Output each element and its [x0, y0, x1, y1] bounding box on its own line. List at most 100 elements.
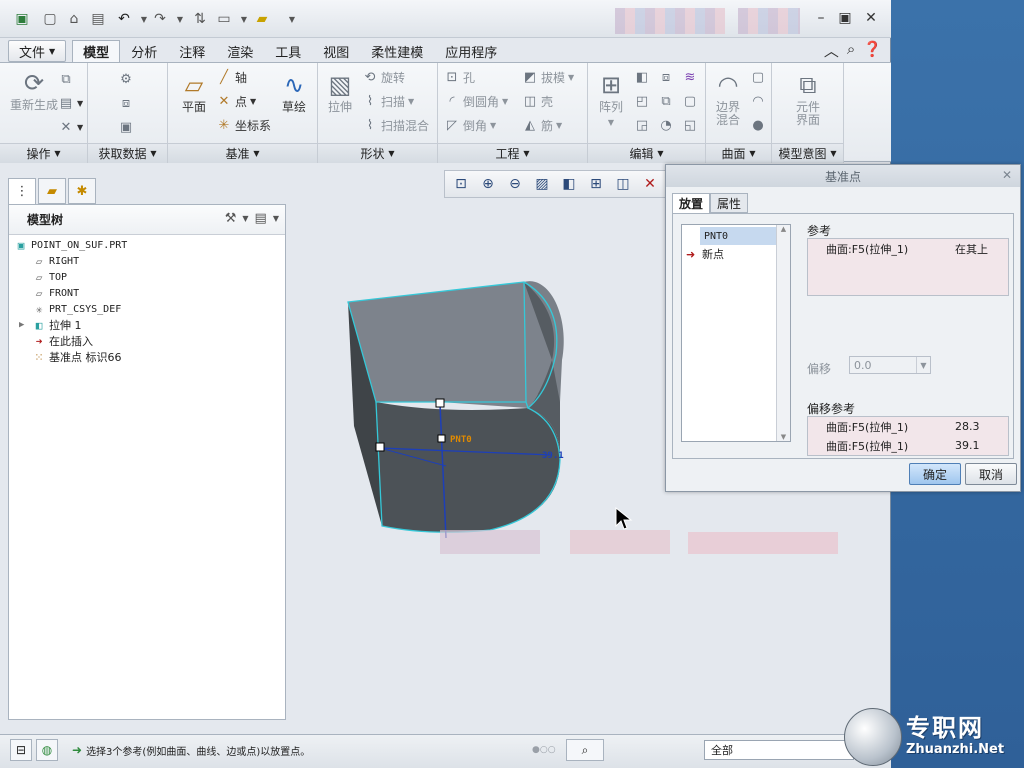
intersect-button[interactable]: ⧉ [658, 93, 674, 109]
tree-item-datum-point[interactable]: ⁙ 基准点 标识66 [9, 349, 285, 365]
cancel-button[interactable]: 取消 [965, 463, 1017, 485]
user-defined-feature-button[interactable]: ⚙ [118, 71, 134, 87]
zoom-in-icon[interactable]: ⊕ [476, 173, 500, 195]
chevron-down-icon[interactable]: ▼ [273, 211, 279, 226]
freestyle-button[interactable]: ● [750, 117, 766, 133]
navigator-toggle-icon[interactable]: ⊟ [10, 739, 32, 761]
regenerate-button[interactable]: ⟳ 重新生成 [10, 69, 58, 112]
ok-button[interactable]: 确定 [909, 463, 961, 485]
regenerate-quick-icon[interactable]: ⇅ [190, 8, 210, 30]
repaint-icon[interactable]: ▨ [530, 173, 554, 195]
favorites-tab[interactable]: ✱ [68, 178, 96, 204]
offset-reference-value[interactable]: 28.3 [955, 420, 980, 433]
shell-button[interactable]: ◫ 壳 [522, 93, 553, 110]
group-label-model-intent[interactable]: 模型意图 ▼ [772, 143, 843, 163]
group-label-engineering[interactable]: 工程 ▼ [438, 143, 587, 163]
help-icon[interactable]: ❓ [863, 40, 882, 61]
dimension-value-label[interactable]: 39.1 [542, 451, 564, 461]
maximize-icon[interactable]: ▣ [834, 8, 856, 28]
refit-icon[interactable]: ⊡ [449, 173, 473, 195]
offset-button[interactable]: ◲ [634, 117, 650, 133]
datum-point-marker[interactable] [437, 434, 446, 443]
thicken-button[interactable]: ◱ [682, 117, 698, 133]
reference-row[interactable]: 曲面:F5(拉伸_1) 在其上 [808, 239, 1008, 258]
offset-reference-row[interactable]: 曲面:F5(拉伸_1) 28.3 [808, 417, 1008, 436]
component-interface-button[interactable]: ⧉ 元件界面 [788, 71, 828, 127]
tab-view[interactable]: 视图 [312, 40, 360, 62]
offset-reference-row[interactable]: 曲面:F5(拉伸_1) 39.1 [808, 436, 1008, 455]
pattern-button[interactable]: ⊞ 阵列 ▼ [594, 71, 628, 129]
point-collector[interactable]: PNT0 ➜ 新点 ▲ ▼ [681, 224, 791, 442]
close-icon[interactable]: ✕ [1002, 168, 1012, 182]
zoom-out-icon[interactable]: ⊖ [503, 173, 527, 195]
scroll-up-icon[interactable]: ▲ [777, 225, 790, 233]
tree-item-top[interactable]: ▱ TOP [9, 269, 285, 285]
style-button[interactable]: ◠ [750, 93, 766, 109]
close-window-quick-icon[interactable]: ▰ [252, 8, 272, 30]
folder-browser-tab[interactable]: ▰ [38, 178, 66, 204]
tab-properties[interactable]: 属性 [710, 193, 749, 213]
selection-filter[interactable]: 全部 [704, 740, 854, 760]
fill-button[interactable]: ▢ [750, 69, 766, 85]
redo-dropdown-icon[interactable]: ▼ [170, 8, 190, 30]
copy-button[interactable]: ⧉ [58, 71, 74, 87]
references-collector[interactable]: 曲面:F5(拉伸_1) 在其上 [807, 238, 1009, 296]
save-icon[interactable]: ▤ [88, 8, 108, 30]
group-label-get-data[interactable]: 获取数据 ▼ [88, 143, 167, 163]
copy-geometry-button[interactable]: ⧈ [118, 95, 134, 111]
tab-model[interactable]: 模型 [72, 40, 121, 62]
drag-handle-top[interactable] [435, 398, 445, 408]
tab-placement[interactable]: 放置 [672, 193, 711, 213]
plane-button[interactable]: ▱ 平面 [174, 71, 214, 114]
expand-arrow-icon[interactable]: ▶ [19, 320, 31, 330]
collector-item-pnt0[interactable]: PNT0 [700, 227, 776, 245]
open-file-icon[interactable]: ⌂ [64, 8, 84, 30]
tab-annotate[interactable]: 注释 [168, 40, 216, 62]
mirror-button[interactable]: ◧ [634, 69, 650, 85]
group-label-surfaces[interactable]: 曲面 ▼ [706, 143, 771, 163]
merge-button[interactable]: ⧈ [658, 69, 674, 85]
show-icon[interactable]: ▤ [255, 211, 267, 226]
settings-icon[interactable]: ⚒ [225, 211, 237, 226]
close-icon[interactable]: ✕ [860, 8, 882, 28]
browser-toggle-icon[interactable]: ◍ [36, 739, 58, 761]
chevron-down-icon[interactable]: ▼ [242, 211, 248, 226]
delete-button[interactable]: ✕ ▼ [58, 119, 84, 135]
view-manager-icon[interactable]: ◫ [611, 173, 635, 195]
collapse-ribbon-icon[interactable]: ︿ [824, 40, 839, 61]
datum-display-icon[interactable]: ✕ [638, 173, 662, 195]
point-button[interactable]: ✕ 点 ▼ [216, 93, 257, 110]
group-label-operations[interactable]: 操作 ▼ [0, 143, 87, 163]
windows-dropdown-icon[interactable]: ▼ [234, 8, 254, 30]
boundary-blend-button[interactable]: ◠ 边界混合 [710, 71, 746, 127]
collector-scrollbar[interactable]: ▲ ▼ [776, 225, 790, 441]
customize-quick-access-icon[interactable]: ▼ [282, 8, 302, 30]
paste-button[interactable]: ▤ ▼ [58, 95, 83, 111]
offset-references-collector[interactable]: 曲面:F5(拉伸_1) 28.3 曲面:F5(拉伸_1) 39.1 [807, 416, 1009, 456]
tree-item-front[interactable]: ▱ FRONT [9, 285, 285, 301]
rib-button[interactable]: ◭ 筋 ▼ [522, 117, 562, 134]
redo-icon[interactable]: ↷ [150, 8, 170, 30]
swept-blend-button[interactable]: ⌇ 扫描混合 [362, 117, 429, 134]
group-label-datum[interactable]: 基准 ▼ [168, 143, 317, 163]
trim-button[interactable]: ◰ [634, 93, 650, 109]
tree-item-insert-here[interactable]: ➜ 在此插入 [9, 333, 285, 349]
model-tree-tab[interactable]: ⋮ [8, 178, 36, 204]
axis-button[interactable]: ╱ 轴 [216, 69, 247, 86]
saved-orientations-icon[interactable]: ⊞ [584, 173, 608, 195]
hole-button[interactable]: ⊡ 孔 [444, 69, 475, 86]
revolve-button[interactable]: ⟲ 旋转 [362, 69, 405, 86]
extrude-button[interactable]: ▧ 拉伸 [322, 71, 358, 114]
new-file-icon[interactable]: ▢ [40, 8, 60, 30]
drag-handle-left[interactable] [375, 442, 385, 452]
sketch-button[interactable]: ∿ 草绘 [274, 71, 314, 114]
chamfer-button[interactable]: ◸ 倒角 ▼ [444, 117, 496, 134]
curve-edit-button[interactable]: ≋ [682, 69, 698, 85]
reference-constraint[interactable]: 在其上 [955, 241, 988, 257]
tree-item-csys[interactable]: ✳ PRT_CSYS_DEF [9, 301, 285, 317]
tab-analysis[interactable]: 分析 [120, 40, 168, 62]
chevron-down-icon[interactable]: ▼ [916, 357, 930, 373]
group-label-shapes[interactable]: 形状 ▼ [318, 143, 437, 163]
windows-icon[interactable]: ▭ [214, 8, 234, 30]
group-label-editing[interactable]: 编辑 ▼ [588, 143, 705, 163]
